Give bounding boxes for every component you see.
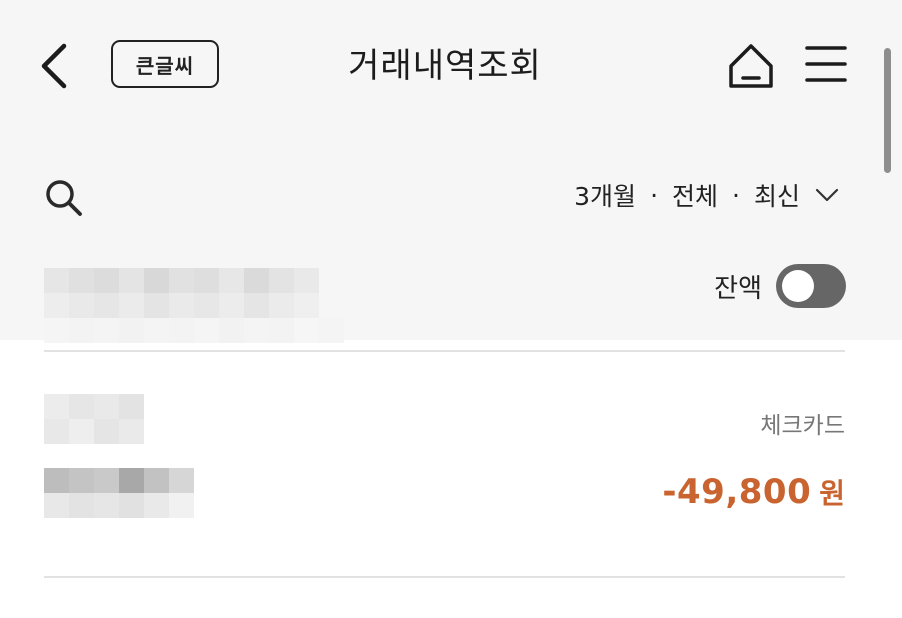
big-font-button[interactable]: 큰글씨 bbox=[111, 40, 219, 88]
transaction-detail-redacted bbox=[44, 468, 194, 518]
balance-toggle[interactable] bbox=[776, 264, 846, 308]
page-title: 거래내역조회 bbox=[348, 46, 542, 86]
search-button[interactable] bbox=[42, 176, 86, 220]
divider bbox=[44, 576, 845, 578]
home-button[interactable] bbox=[724, 40, 778, 92]
transaction-row[interactable]: 체크카드 -49,800 원 bbox=[44, 352, 845, 576]
chevron-left-icon bbox=[41, 43, 67, 89]
search-icon bbox=[46, 180, 82, 216]
toggle-knob bbox=[782, 270, 814, 302]
balance-label: 잔액 bbox=[714, 273, 762, 304]
scrollbar-thumb[interactable] bbox=[884, 48, 891, 173]
home-icon bbox=[729, 44, 773, 88]
back-button[interactable] bbox=[34, 38, 80, 94]
transaction-amount: -49,800 원 bbox=[662, 472, 845, 512]
filter-period: 3개월 bbox=[574, 182, 637, 211]
hamburger-menu-icon bbox=[805, 46, 847, 82]
filter-type: 전체 bbox=[672, 182, 719, 211]
transaction-amount-value: -49,800 bbox=[662, 472, 812, 512]
filter-sort: 최신 bbox=[753, 182, 800, 211]
app-header: 큰글씨 거래내역조회 bbox=[0, 0, 902, 130]
transaction-type: 체크카드 bbox=[760, 413, 845, 439]
transaction-name-redacted bbox=[44, 394, 144, 444]
chevron-down-icon bbox=[815, 188, 839, 202]
account-number-redacted bbox=[44, 268, 344, 343]
filter-separator: · bbox=[650, 180, 659, 210]
balance-toggle-row: 잔액 bbox=[714, 264, 846, 308]
filter-dropdown[interactable]: 3개월 · 전체 · 최신 bbox=[574, 172, 840, 218]
menu-button[interactable] bbox=[802, 40, 850, 88]
transaction-currency: 원 bbox=[819, 477, 845, 510]
big-font-label: 큰글씨 bbox=[135, 53, 195, 78]
filter-separator: · bbox=[732, 180, 740, 210]
